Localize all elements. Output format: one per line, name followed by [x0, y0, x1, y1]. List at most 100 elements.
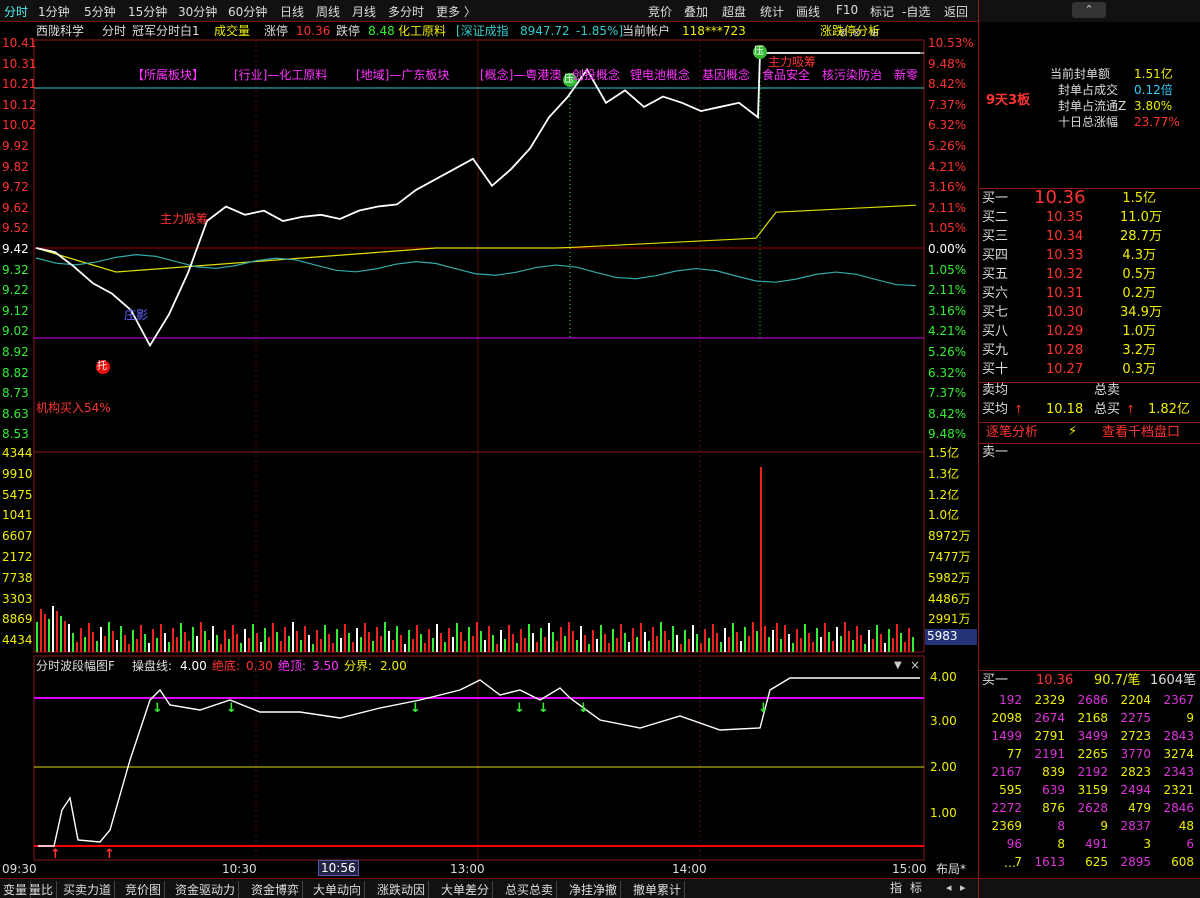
price-tick: 8.82 — [2, 365, 29, 380]
volume-bar — [200, 622, 202, 652]
price-tick: 9.72 — [2, 180, 29, 195]
queue-cell: 2192 — [1077, 765, 1108, 779]
concept-7: 食品安全 — [762, 68, 811, 82]
volume-bar — [284, 627, 286, 652]
queue-cell: 7 — [1014, 855, 1022, 869]
pct-tick: 6.32% — [928, 118, 967, 133]
bid-level: 买四 — [982, 248, 1009, 263]
vol-tick-left: 9910 — [2, 466, 33, 481]
bid-volume: 0.3万 — [1122, 362, 1156, 377]
volume-bar — [528, 624, 530, 652]
vol-tick-right: 4486万 — [928, 591, 971, 606]
queue-cell: 2167 — [991, 765, 1022, 779]
buy-avg-value: 10.18 — [1046, 402, 1084, 417]
scroll-left-icon[interactable]: ◂ — [946, 881, 952, 894]
volume-bar — [476, 622, 478, 652]
volume-bar — [448, 628, 450, 652]
volume-bar — [296, 631, 298, 652]
volume-bar — [428, 629, 430, 652]
vol-tick-left: 6607 — [2, 529, 33, 544]
bid-price: 10.35 — [1046, 210, 1084, 225]
volume-bar — [420, 634, 422, 652]
volume-bar — [320, 639, 322, 652]
bottom-tab[interactable]: 大单差分 — [438, 881, 494, 898]
queue-cell: 3770 — [1120, 747, 1151, 761]
bottom-tab[interactable]: 总买总卖 — [502, 881, 558, 898]
volume-bar — [780, 639, 782, 652]
bottom-tab[interactable]: 净挂净撤 — [566, 881, 622, 898]
scroll-right-icon[interactable]: ▸ — [960, 881, 966, 894]
volume-bar — [192, 627, 194, 652]
volume-bar — [96, 641, 98, 652]
volume-bar — [392, 640, 394, 652]
layout-button[interactable]: 布局* — [936, 862, 966, 876]
bottom-tab[interactable]: 买卖力道 — [60, 881, 116, 898]
bottom-tab[interactable]: 大单动向 — [310, 881, 366, 898]
queue-cell: 2329 — [1034, 693, 1065, 707]
volume-bar — [152, 629, 154, 652]
bid-volume: 4.3万 — [1122, 248, 1156, 263]
volume-bar — [288, 636, 290, 652]
volume-bar — [580, 626, 582, 652]
volume-bar — [596, 639, 598, 652]
bottom-btn-zhi[interactable]: 指 — [890, 881, 902, 895]
time-1500: 15:00 — [892, 862, 927, 876]
bottom-tab[interactable]: 量比 — [26, 881, 58, 898]
vol-tick-left: 1041 — [2, 508, 33, 523]
volume-bar — [576, 640, 578, 652]
volume-bar — [384, 622, 386, 652]
volume-bar — [856, 626, 858, 652]
osc-dropdown-icon[interactable]: ▼ — [894, 660, 902, 671]
volume-bar — [164, 633, 166, 652]
volume-bar — [300, 640, 302, 652]
pct-tick: 4.21% — [928, 159, 967, 174]
vol-tick-left: 2172 — [2, 550, 33, 564]
zhuli-note-b: 主力吸筹 — [768, 55, 817, 69]
osc-close-icon[interactable]: × — [910, 658, 920, 672]
price-tick: 8.63 — [2, 406, 29, 421]
volume-bar — [376, 627, 378, 652]
pct-tick: 5.26% — [928, 139, 967, 153]
volume-bar — [432, 638, 434, 652]
volume-bar — [716, 633, 718, 652]
queue-cell: 2367 — [1163, 693, 1194, 707]
bottom-tab[interactable]: 资金驱动力 — [172, 881, 240, 898]
volume-bar — [460, 632, 462, 652]
queue-cell: 2823 — [1120, 765, 1151, 779]
vol-current-box: 5983 — [925, 629, 977, 645]
volume-bar — [748, 636, 750, 652]
volume-bar — [728, 637, 730, 652]
volume-bar — [676, 635, 678, 652]
queue-cell: 2204 — [1120, 693, 1151, 707]
volume-bar — [456, 623, 458, 652]
volume-bar — [804, 624, 806, 652]
bottom-tabs: 变量 量比 买卖力道 竞价图 资金驱动力 资金博弈 大单动向 涨跌动因 大单差分 总买总卖 净挂净撤… — [0, 878, 978, 898]
bottom-tab[interactable]: 撤单累计 — [630, 881, 686, 898]
volume-bar — [380, 636, 382, 652]
bottom-tab[interactable]: 竞价图 — [122, 881, 166, 898]
volume-bar — [540, 628, 542, 652]
collapse-icon[interactable]: ⌃ — [1072, 2, 1106, 18]
bid-volume: 1.0万 — [1122, 324, 1156, 339]
volume-bar — [776, 623, 778, 652]
vol-tick-right: 8972万 — [928, 529, 971, 544]
bottom-tab[interactable]: 涨跌动因 — [374, 881, 430, 898]
lightning-icon[interactable]: ⚡ — [1068, 424, 1077, 439]
tick-analysis-link[interactable]: 逐笔分析 — [986, 426, 1038, 440]
vol-tick-right: 1.5亿 — [928, 446, 960, 460]
volume-bar — [184, 632, 186, 652]
bottom-btn-biao[interactable]: 标 — [910, 881, 922, 895]
bottom-tab[interactable]: 资金博弈 — [248, 881, 304, 898]
thousand-book-link[interactable]: 查看千档盘口 — [1102, 426, 1180, 440]
queue-cell: 491 — [1085, 837, 1108, 851]
volume-bar — [216, 635, 218, 652]
pct-tick: 3.16% — [928, 180, 967, 195]
osc-title: 分时波段幅图F — [36, 659, 115, 673]
vol-tick-right: 5982万 — [928, 570, 971, 585]
volume-bar — [488, 626, 490, 652]
volume-bar — [236, 634, 238, 652]
volume-bar — [640, 623, 642, 652]
volume-bar — [444, 642, 446, 652]
price-tick: 9.22 — [2, 283, 29, 298]
volume-bar — [720, 642, 722, 652]
